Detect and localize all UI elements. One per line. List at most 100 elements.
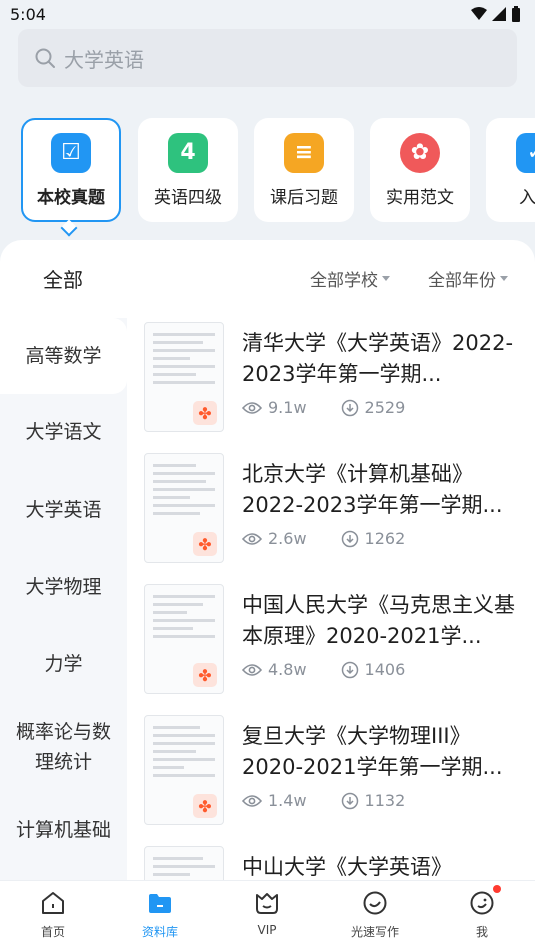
category-label: 课后习题 — [270, 187, 338, 208]
document-meta: 9.1w 2529 — [242, 398, 405, 417]
award-icon: ✿ — [400, 132, 440, 173]
school-filter-label: 全部学校 — [310, 270, 378, 291]
number-four-icon: 4 — [168, 132, 208, 173]
category-party[interactable]: ✓ 入党 — [486, 118, 535, 222]
year-filter-label: 全部年份 — [428, 270, 496, 291]
vip-icon — [256, 893, 278, 914]
eye-icon — [242, 532, 262, 545]
subject-label: 力学 — [44, 653, 83, 675]
tab-library[interactable]: 资料库 — [115, 889, 205, 940]
pdf-icon: ✤ — [193, 401, 217, 425]
document-title: 清华大学《大学英语》2022-2023学年第一学期... — [242, 331, 514, 386]
school-filter[interactable]: 全部学校 — [310, 266, 390, 291]
document-meta: 2.6w 1262 — [242, 529, 405, 548]
home-icon — [42, 892, 64, 914]
view-count: 9.1w — [268, 398, 307, 417]
pdf-icon: ✤ — [193, 532, 217, 556]
pdf-icon: ✤ — [193, 794, 217, 818]
notification-dot — [493, 885, 501, 893]
tab-label: 光速写作 — [350, 925, 399, 939]
download-icon — [341, 399, 358, 416]
download-count: 1262 — [364, 529, 406, 548]
document-thumbnail — [144, 846, 224, 880]
subject-probability[interactable]: 概率论与数理统计 — [0, 702, 127, 792]
writing-icon — [363, 891, 387, 915]
filter-row: 全部 全部学校 全部年份 — [0, 240, 535, 316]
category-label: 实用范文 — [386, 187, 454, 208]
download-icon — [341, 661, 358, 678]
document-title: 复旦大学《大学物理III》2020-2021学年第一学期... — [242, 724, 503, 779]
download-count: 1406 — [364, 660, 406, 679]
status-bar: 5:04 — [0, 0, 535, 28]
tab-writing[interactable]: 光速写作 — [330, 889, 420, 940]
tab-home[interactable]: 首页 — [8, 889, 98, 940]
checklist-icon: ☑ — [51, 132, 91, 173]
eye-icon — [242, 663, 262, 676]
profile-icon — [470, 891, 494, 915]
subject-english[interactable]: 大学英语 — [0, 472, 127, 548]
category-label: 英语四级 — [154, 187, 222, 208]
subject-label: 高等数学 — [25, 345, 102, 367]
signal-icon — [492, 7, 506, 21]
category-label: 入党 — [519, 187, 535, 208]
search-bar[interactable]: 大学英语 — [18, 29, 517, 87]
subject-label: 计算机基础 — [15, 819, 111, 841]
list-item[interactable]: ✤ 复旦大学《大学物理III》2020-2021学年第一学期... 1.4w 1… — [127, 713, 535, 833]
document-thumbnail: ✤ — [144, 584, 224, 694]
all-tab[interactable]: 全部 — [43, 264, 83, 293]
search-placeholder: 大学英语 — [64, 47, 144, 72]
dropdown-arrow-icon — [500, 275, 508, 281]
tab-profile[interactable]: 我 — [437, 889, 527, 940]
subject-physics[interactable]: 大学物理 — [0, 549, 127, 625]
bottom-tab-bar: 首页 资料库 VIP 光速写作 我 — [0, 880, 535, 951]
tab-label: 我 — [475, 925, 488, 939]
tab-label: VIP — [257, 923, 277, 937]
subject-chinese[interactable]: 大学语文 — [0, 394, 127, 470]
document-list: ✤ 清华大学《大学英语》2022-2023学年第一学期... 9.1w 2529… — [127, 318, 535, 880]
exercise-book-icon: ≡ — [284, 132, 324, 173]
download-icon — [341, 792, 358, 809]
tab-vip[interactable]: VIP — [222, 889, 312, 937]
view-count: 4.8w — [268, 660, 307, 679]
subject-label: 大学语文 — [25, 421, 102, 443]
list-item[interactable]: ✤ 清华大学《大学英语》2022-2023学年第一学期... 9.1w 2529 — [127, 320, 535, 440]
content-panel: 全部 全部学校 全部年份 高等数学 大学语文 大学英语 大学物理 力学 概率论与… — [0, 240, 535, 880]
download-count: 1132 — [364, 791, 406, 810]
document-meta: 1.4w 1132 — [242, 791, 405, 810]
subject-mechanics[interactable]: 力学 — [0, 626, 127, 702]
eye-icon — [242, 794, 262, 807]
pdf-icon: ✤ — [193, 663, 217, 687]
list-item[interactable]: 中山大学《大学英语》 — [127, 844, 535, 880]
subject-label: 大学物理 — [25, 576, 102, 598]
category-real-exams[interactable]: ☑ 本校真题 — [21, 118, 121, 222]
subject-sidebar: 高等数学 大学语文 大学英语 大学物理 力学 概率论与数理统计 计算机基础 — [0, 318, 127, 880]
document-title: 中山大学《大学英语》 — [242, 855, 452, 879]
status-icons — [471, 6, 521, 22]
subject-label: 大学英语 — [25, 499, 102, 521]
view-count: 1.4w — [268, 791, 307, 810]
category-carousel[interactable]: ☑ 本校真题 4 英语四级 ≡ 课后习题 ✿ 实用范文 ✓ 入党 — [0, 110, 535, 230]
eye-icon — [242, 401, 262, 414]
document-thumbnail: ✤ — [144, 453, 224, 563]
document-thumbnail: ✤ — [144, 322, 224, 432]
year-filter[interactable]: 全部年份 — [428, 266, 508, 291]
folder-icon — [149, 894, 171, 913]
list-item[interactable]: ✤ 北京大学《计算机基础》2022-2023学年第一学期... 2.6w 126… — [127, 451, 535, 571]
category-label: 本校真题 — [37, 187, 105, 208]
battery-icon — [512, 6, 520, 22]
document-title: 北京大学《计算机基础》2022-2023学年第一学期... — [242, 462, 503, 517]
wifi-icon — [471, 7, 487, 20]
category-cet4[interactable]: 4 英语四级 — [138, 118, 238, 222]
subject-computer[interactable]: 计算机基础 — [0, 792, 127, 868]
view-count: 2.6w — [268, 529, 307, 548]
subject-label: 概率论与数理统计 — [15, 721, 111, 773]
tab-label: 首页 — [40, 925, 65, 939]
download-icon — [341, 530, 358, 547]
tab-label: 资料库 — [141, 925, 178, 939]
document-thumbnail: ✤ — [144, 715, 224, 825]
category-templates[interactable]: ✿ 实用范文 — [370, 118, 470, 222]
list-item[interactable]: ✤ 中国人民大学《马克思主义基本原理》2020-2021学... 4.8w 14… — [127, 582, 535, 702]
dropdown-arrow-icon — [382, 275, 390, 281]
category-exercises[interactable]: ≡ 课后习题 — [254, 118, 354, 222]
subject-advanced-math[interactable]: 高等数学 — [0, 318, 127, 394]
